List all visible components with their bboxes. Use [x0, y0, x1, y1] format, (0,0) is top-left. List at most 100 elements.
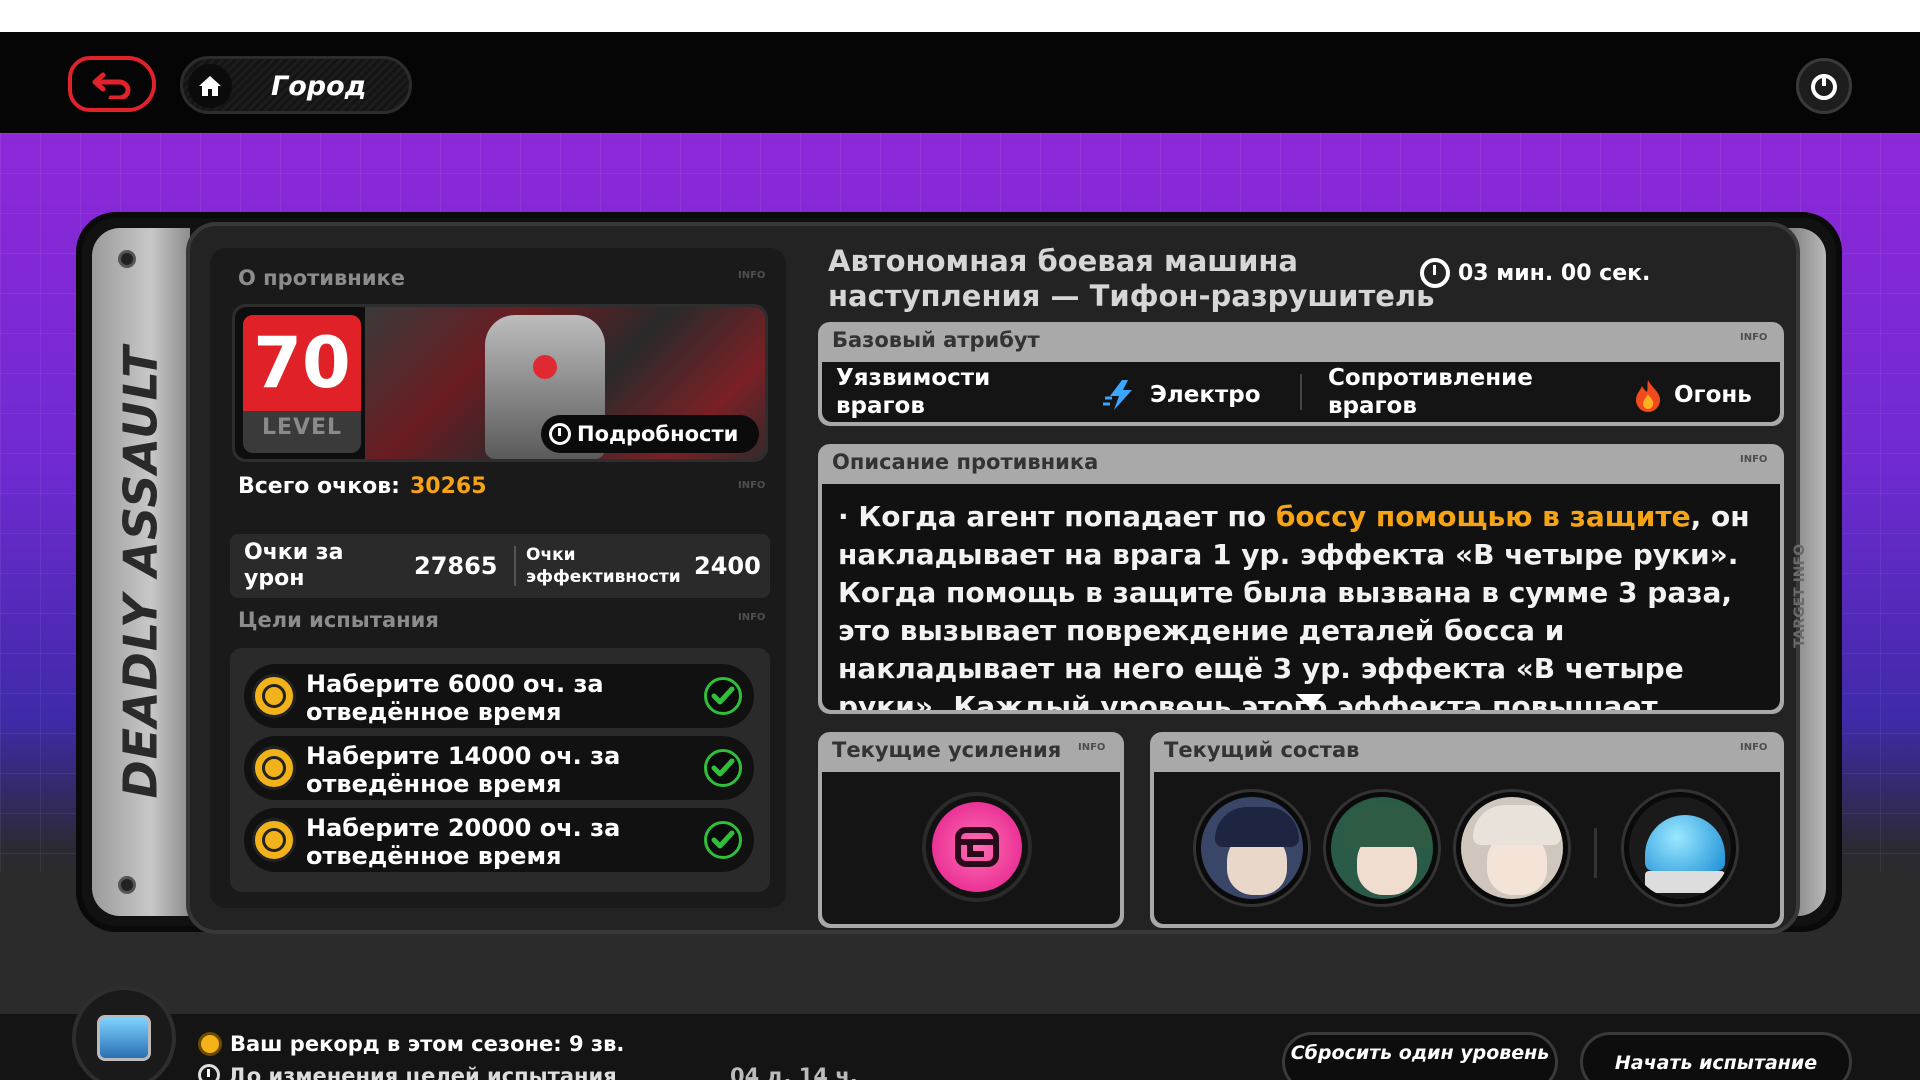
season-icon[interactable]: [72, 986, 176, 1080]
efficiency-score-value: 2400: [694, 552, 761, 580]
info-tag: INFO: [1078, 742, 1106, 753]
level-number: 70: [243, 315, 361, 411]
efficiency-score-label: Очки эффективности: [526, 545, 681, 587]
reset-level-button[interactable]: Сбросить один уровень: [1282, 1032, 1558, 1080]
panel-title: Текущие усиления: [832, 738, 1062, 762]
goal-text: Наберите 20000 оч. за отведённое время: [306, 814, 621, 870]
info-tag: INFO: [1740, 332, 1768, 343]
info-tag: INFO: [1740, 742, 1768, 753]
description-text: · Когда агент попадает по боссу помощью …: [838, 498, 1758, 710]
star-icon: [252, 746, 296, 790]
current-buffs-panel: Текущие усиления INFO: [818, 732, 1124, 928]
info-tag: INFO: [738, 612, 766, 623]
star-icon: [252, 674, 296, 718]
buffs-body: [822, 772, 1120, 924]
team-divider: [1594, 828, 1597, 878]
info-tag: INFO: [738, 270, 766, 281]
avatar-hair: [1473, 805, 1561, 845]
screw-icon: [118, 250, 136, 268]
frame-side-plate: DEADLY ASSAULT: [92, 228, 190, 916]
star-coin-icon: [198, 1032, 222, 1056]
location-label: Город: [271, 71, 367, 102]
total-score-label: Всего очков:: [238, 474, 400, 499]
mech-eye: [533, 355, 557, 379]
goal-text: Наберите 14000 оч. за отведённое время: [306, 742, 621, 798]
enemy-name: Автономная боевая машина наступления — Т…: [828, 244, 1435, 313]
agent-avatar[interactable]: [1456, 792, 1568, 904]
goal-item: Наберите 20000 оч. за отведённое время: [244, 808, 754, 872]
goals-list: Наберите 6000 оч. за отведённое время На…: [230, 648, 770, 892]
level-badge: 70 LEVEL: [243, 315, 361, 453]
enemy-description-panel: Описание противника INFO · Когда агент п…: [818, 444, 1784, 714]
side-title: DEADLY ASSAULT: [114, 345, 169, 799]
fire-icon: [1636, 380, 1660, 412]
back-arrow-icon: [92, 72, 131, 99]
panel-title: Описание противника: [832, 450, 1099, 474]
info-tag: INFO: [738, 480, 766, 491]
info-tag: INFO: [1740, 454, 1768, 465]
clock-icon: [1420, 258, 1450, 288]
screw-icon: [118, 876, 136, 894]
check-icon: [704, 749, 742, 787]
attribute-divider: [1300, 374, 1302, 410]
bangboo-head: [1645, 815, 1725, 871]
clock-icon: [198, 1064, 220, 1080]
panel-title: Текущий состав: [1164, 738, 1360, 762]
buff-icon[interactable]: [922, 792, 1032, 902]
goal-text: Наберите 6000 оч. за отведённое время: [306, 670, 604, 726]
details-label: Подробности: [577, 422, 739, 446]
target-info-text: TARGET INFO: [1792, 544, 1809, 648]
weakness-value: Электро: [1102, 378, 1261, 412]
avatar-hair: [1343, 805, 1431, 847]
fist-icon: [955, 827, 999, 867]
description-part: · Когда агент попадает по: [838, 500, 1276, 533]
agent-avatar[interactable]: [1196, 792, 1308, 904]
team-body: [1154, 772, 1780, 924]
start-challenge-label: Начать испытание: [1614, 1052, 1818, 1074]
scroll-down-icon[interactable]: [1296, 694, 1324, 708]
panel-title: Базовый атрибут: [832, 328, 1040, 352]
electric-icon: [1103, 380, 1132, 410]
damage-score-label: Очки за урон: [244, 540, 344, 591]
bangboo-body: [1645, 871, 1725, 893]
level-word: LEVEL: [261, 415, 343, 440]
target-info-label: TARGET INFO: [1790, 486, 1810, 706]
enemy-column: О противнике INFO 70 LEVEL Подробности В…: [210, 248, 786, 908]
description-body[interactable]: · Когда агент попадает по боссу помощью …: [822, 484, 1780, 710]
time-limit: 03 мин. 00 сек.: [1420, 258, 1650, 288]
weakness-value-label: Электро: [1150, 382, 1261, 408]
check-icon: [704, 677, 742, 715]
attribute-body: Уязвимости врагов Электро Сопротивление …: [822, 362, 1780, 422]
base-attribute-panel: Базовый атрибут INFO Уязвимости врагов Э…: [818, 322, 1784, 426]
goal-item: Наберите 6000 оч. за отведённое время: [244, 664, 754, 728]
home-icon: [188, 64, 232, 108]
home-location-button[interactable]: Город: [180, 56, 412, 114]
challenge-frame: DEADLY ASSAULT О противнике INFO 70 LEVE…: [76, 212, 1842, 934]
goal-change-value: 04 д. 14 ч.: [730, 1064, 858, 1080]
enemy-card[interactable]: 70 LEVEL Подробности: [232, 304, 768, 462]
resistance-label: Сопротивление врагов: [1328, 365, 1533, 419]
resistance-value-label: Огонь: [1674, 382, 1752, 408]
start-challenge-button[interactable]: Начать испытание: [1580, 1032, 1852, 1080]
window-top-strip: [0, 0, 1920, 32]
damage-score-value: 27865: [414, 552, 498, 580]
back-button[interactable]: [68, 56, 156, 112]
agent-avatar[interactable]: [1326, 792, 1438, 904]
main-panel: О противнике INFO 70 LEVEL Подробности В…: [186, 222, 1808, 934]
weakness-label: Уязвимости врагов: [836, 365, 991, 419]
goals-section-title: Цели испытания: [238, 608, 439, 632]
goal-item: Наберите 14000 оч. за отведённое время: [244, 736, 754, 800]
star-icon: [252, 818, 296, 862]
total-score-value: 30265: [409, 474, 487, 499]
bangboo-avatar[interactable]: [1624, 792, 1736, 904]
description-highlight: боссу помощью в защите: [1275, 500, 1691, 533]
details-button[interactable]: Подробности: [541, 415, 759, 453]
power-button[interactable]: [1796, 58, 1852, 114]
current-team-panel: Текущий состав INFO: [1150, 732, 1784, 928]
score-divider: [514, 546, 516, 586]
goal-change-timer: До изменения целей испытания: [198, 1064, 617, 1080]
goal-change-label: До изменения целей испытания: [228, 1064, 617, 1080]
power-icon: [1811, 74, 1837, 100]
check-icon: [704, 821, 742, 859]
score-breakdown: Очки за урон 27865 Очки эффективности 24…: [230, 534, 770, 598]
